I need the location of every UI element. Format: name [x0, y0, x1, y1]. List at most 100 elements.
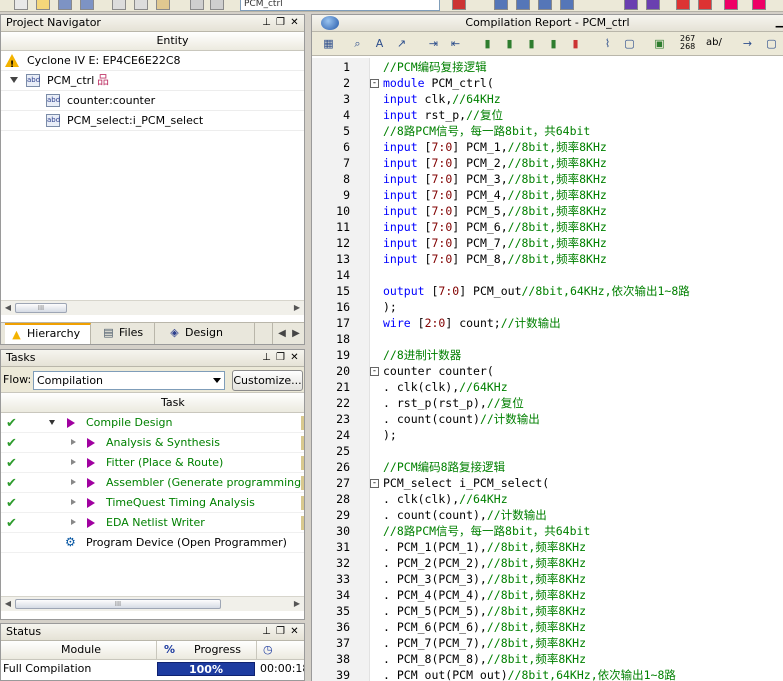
code-line[interactable]: 32 . PCM_2(PCM_2),//8bit,频率8KHz — [312, 555, 783, 571]
chip-planner-icon[interactable] — [724, 0, 738, 10]
task-column-header[interactable]: Task — [1, 393, 304, 413]
open-folder-icon[interactable] — [36, 0, 50, 10]
code-line[interactable]: 3 input clk,//64KHz — [312, 91, 783, 107]
document-icon[interactable]: ▦ — [321, 37, 336, 51]
code-editor[interactable]: 1//PCM编码复接逻辑 2- module PCM_ctrl(3 input clk… — [312, 58, 783, 681]
tab-hierarchy[interactable]: ▲ Hierarchy — [5, 323, 91, 344]
code-line[interactable]: 17 wire [2:0] count;//计数输出 — [312, 315, 783, 331]
comment-toggle[interactable]: ab/ — [706, 37, 722, 48]
assembler-icon[interactable] — [560, 0, 574, 10]
project-combo[interactable]: PCM_ctrl — [240, 0, 440, 11]
fold-collapse-icon[interactable]: - — [370, 367, 379, 376]
insert-block-icon[interactable]: ▣ — [652, 37, 667, 51]
close-icon[interactable]: ✕ — [289, 350, 300, 366]
code-line[interactable]: 9 input [7:0] PCM_4,//8bit,频率8KHz — [312, 187, 783, 203]
tab-overflow[interactable] — [259, 323, 273, 344]
task-row-program-device[interactable]: ⚙ Program Device (Open Programmer) — [1, 533, 304, 553]
code-line[interactable]: 25 — [312, 443, 783, 459]
chevron-right-icon[interactable] — [71, 459, 76, 465]
code-line[interactable]: 8 input [7:0] PCM_3,//8bit,频率8KHz — [312, 171, 783, 187]
code-line[interactable]: 18 — [312, 331, 783, 347]
percent-column-header[interactable]: % — [164, 641, 175, 659]
code-line[interactable]: 39 . PCM_out(PCM_out)//8bit,64KHz,依次输出1~8… — [312, 667, 783, 681]
code-line[interactable]: 27 - PCM_select i_PCM_select( — [312, 475, 783, 491]
code-line[interactable]: 15 output [7:0] PCM_out//8bit,64KHz,依次输出1… — [312, 283, 783, 299]
code-line[interactable]: 26 //PCM编码8路复接逻辑 — [312, 459, 783, 475]
chevron-right-icon[interactable] — [71, 439, 76, 445]
new-file-icon[interactable] — [14, 0, 28, 10]
code-line[interactable]: 13 input [7:0] PCM_8,//8bit,频率8KHz — [312, 251, 783, 267]
top-entity-row[interactable]: abd PCM_ctrl 品 — [1, 71, 304, 91]
undo-icon[interactable] — [190, 0, 204, 10]
play-icon[interactable] — [87, 458, 95, 468]
copy-icon[interactable] — [134, 0, 148, 10]
pin-icon[interactable]: ⊥ — [261, 350, 272, 366]
chevron-down-icon[interactable] — [10, 77, 18, 83]
code-line[interactable]: 33 . PCM_3(PCM_3),//8bit,频率8KHz — [312, 571, 783, 587]
paste-icon[interactable] — [156, 0, 170, 10]
code-line[interactable]: 38 . PCM_8(PCM_8),//8bit,频率8KHz — [312, 651, 783, 667]
horizontal-scrollbar[interactable]: ◀ III ▶ — [1, 300, 304, 315]
code-line[interactable]: 2 - module PCM_ctrl( — [312, 75, 783, 91]
module-column-header[interactable]: Module — [61, 641, 101, 659]
tab-design-units[interactable]: ◈ Design Units — [163, 323, 255, 344]
code-line[interactable]: 12 input [7:0] PCM_7,//8bit,频率8KHz — [312, 235, 783, 251]
expand-icon[interactable]: ▢ — [764, 37, 779, 51]
code-line[interactable]: 23 . count(count)//计数输出 — [312, 411, 783, 427]
code-line[interactable]: 31 . PCM_1(PCM_1),//8bit,频率8KHz — [312, 539, 783, 555]
analysis-icon[interactable] — [516, 0, 530, 10]
attach-icon[interactable]: ⌇ — [600, 37, 615, 51]
code-line[interactable]: 24); — [312, 427, 783, 443]
find-icon[interactable]: ⌕ — [350, 37, 365, 51]
code-line[interactable]: 35 . PCM_5(PCM_5),//8bit,频率8KHz — [312, 603, 783, 619]
rtl-icon[interactable] — [698, 0, 712, 10]
fitter-icon[interactable] — [538, 0, 552, 10]
programmer-icon[interactable] — [752, 0, 766, 10]
task-row-compile-design[interactable]: ✔ Compile Design — [1, 413, 304, 433]
code-line[interactable]: 5 //8路PCM信号，每一路8bit，共64bit — [312, 123, 783, 139]
code-line[interactable]: 20 - counter counter( — [312, 363, 783, 379]
close-icon[interactable]: ✕ — [289, 15, 300, 31]
float-icon[interactable]: ❐ — [275, 350, 286, 366]
scroll-left-icon[interactable]: ◀ — [3, 303, 13, 313]
code-line[interactable]: 34 . PCM_4(PCM_4),//8bit,频率8KHz — [312, 587, 783, 603]
progress-column-header[interactable]: Progress — [194, 641, 241, 659]
bookmark-clear-icon[interactable]: ▮ — [568, 37, 583, 51]
code-line[interactable]: 16); — [312, 299, 783, 315]
find-replace-icon[interactable]: A — [372, 37, 387, 51]
code-line[interactable]: 1 //PCM编码复接逻辑 — [312, 59, 783, 75]
chevron-down-icon[interactable] — [49, 420, 55, 425]
fold-collapse-icon[interactable]: - — [370, 479, 379, 488]
cut-icon[interactable] — [112, 0, 126, 10]
code-line[interactable]: 4 input rst_p,//复位 — [312, 107, 783, 123]
task-row-analysis-synthesis[interactable]: ✔ Analysis & Synthesis — [1, 433, 304, 453]
close-icon[interactable]: ✕ — [289, 624, 300, 640]
fold-collapse-icon[interactable]: - — [370, 79, 379, 88]
code-line[interactable]: 37 . PCM_7(PCM_7),//8bit,频率8KHz — [312, 635, 783, 651]
play-icon[interactable] — [87, 478, 95, 488]
chevron-right-icon[interactable] — [71, 499, 76, 505]
code-line[interactable]: 6 input [7:0] PCM_1,//8bit,频率8KHz — [312, 139, 783, 155]
horizontal-scrollbar[interactable]: ◀ III ▶ — [1, 596, 304, 611]
tab-scroll-left-icon[interactable]: ◀ — [277, 327, 287, 340]
code-line[interactable]: 19 //8进制计数器 — [312, 347, 783, 363]
tab-files[interactable]: ▤ Files — [97, 323, 155, 344]
code-line[interactable]: 22 . rst_p(rst_p),//复位 — [312, 395, 783, 411]
redo-icon[interactable] — [210, 0, 224, 10]
code-line[interactable]: 7 input [7:0] PCM_2,//8bit,频率8KHz — [312, 155, 783, 171]
insert-template-icon[interactable]: ▢ — [622, 37, 637, 51]
bookmark-first-icon[interactable]: ▮ — [546, 37, 561, 51]
programmer-icon[interactable]: ⚙ — [65, 535, 81, 550]
play-icon[interactable] — [67, 418, 75, 428]
code-line[interactable]: 21 . clk(clk),//64KHz — [312, 379, 783, 395]
task-row-eda-netlist[interactable]: ✔ EDA Netlist Writer — [1, 513, 304, 533]
scroll-right-icon[interactable]: ▶ — [292, 303, 302, 313]
code-line[interactable]: 29 . count(count),//计数输出 — [312, 507, 783, 523]
bookmark-prev-icon[interactable]: ▮ — [524, 37, 539, 51]
tab-scroll-right-icon[interactable]: ▶ — [291, 327, 301, 340]
goto-icon[interactable]: ↗ — [394, 37, 409, 51]
chevron-right-icon[interactable] — [71, 479, 76, 485]
code-line[interactable]: 11 input [7:0] PCM_6,//8bit,频率8KHz — [312, 219, 783, 235]
scroll-thumb[interactable]: III — [15, 599, 221, 609]
task-row-fitter[interactable]: ✔ Fitter (Place & Route) — [1, 453, 304, 473]
